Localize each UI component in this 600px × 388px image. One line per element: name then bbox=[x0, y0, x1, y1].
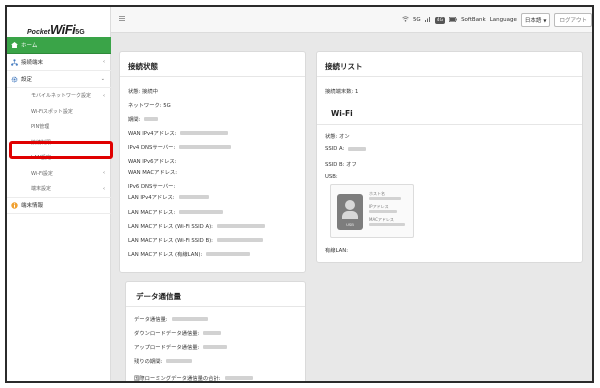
redacted-value bbox=[203, 331, 222, 335]
wired-lan-row: 有線LAN: bbox=[325, 248, 349, 254]
chevron-left-icon: ‹ bbox=[103, 185, 105, 192]
chevron-left-icon: ‹ bbox=[103, 59, 105, 65]
sidebar-item-label: ホーム bbox=[21, 43, 38, 49]
status-row: 状態: 接続中 bbox=[128, 89, 158, 95]
top-bar: 5G 4G SoftBank Language 日本語 ▼ ログアウト bbox=[111, 7, 592, 33]
ssid-a-row: SSID A: bbox=[325, 146, 367, 152]
sidebar-item-wifi[interactable]: Wi-Fi設定 ‹ bbox=[7, 166, 111, 182]
sidebar-item-label: 端末情報 bbox=[21, 203, 44, 209]
network-row: ネットワーク: 5G bbox=[128, 103, 171, 109]
connection-list-card: 接続リスト 接続端末数: 1 Wi-Fi 状態: オン SSID A: SSID… bbox=[316, 51, 583, 263]
ssid-b-row: SSID B: オフ bbox=[325, 162, 357, 168]
main-content: 接続状態 状態: 接続中 ネットワーク: 5G 期間: WAN IPv4アドレス… bbox=[111, 33, 592, 381]
roaming-usage-row: 国際ローミングデータ通信量の合計: bbox=[134, 374, 253, 381]
ip-value bbox=[369, 210, 397, 213]
redacted-value bbox=[348, 147, 367, 151]
network-badge: 4G bbox=[434, 16, 446, 24]
redacted-value bbox=[216, 224, 265, 228]
hostname-value bbox=[369, 197, 401, 200]
chevron-down-icon: ⌄ bbox=[100, 76, 105, 82]
hamburger-menu-icon[interactable] bbox=[119, 16, 125, 21]
wan-ipv6-row: WAN IPv6アドレス: bbox=[128, 159, 177, 165]
lan-mac-ssid-a-row: LAN MACアドレス (Wi-Fi SSID A): bbox=[128, 222, 265, 230]
chevron-left-icon: ‹ bbox=[103, 170, 105, 177]
signal-bars-icon bbox=[424, 16, 431, 24]
language-value: 日本語 bbox=[524, 18, 542, 24]
sidebar: PocketWiFi5G ホーム 接続端末 ‹ 設定 ⌄ モバイルネットワーク設… bbox=[7, 7, 113, 381]
carrier-name: SoftBank bbox=[461, 17, 486, 23]
ipv6-dns-row: IPv6 DNSサーバー: bbox=[128, 184, 176, 190]
sidebar-item-label: 設定 bbox=[21, 77, 33, 83]
sidebar-item-label: PIN管理 bbox=[31, 124, 50, 131]
sidebar-item-wifi-spot[interactable]: Wi-Fiスポット設定 bbox=[7, 104, 111, 120]
info-icon bbox=[11, 201, 18, 209]
sidebar-item-connected-devices[interactable]: 接続端末 ‹ bbox=[7, 54, 111, 71]
logout-button[interactable]: ログアウト bbox=[554, 13, 592, 27]
lan-mac-ssid-b-row: LAN MACアドレス (Wi-Fi SSID B): bbox=[128, 236, 263, 244]
sidebar-item-pin[interactable]: PIN管理 bbox=[7, 119, 111, 135]
upload-usage-row: アップロードデータ通信量: bbox=[134, 343, 228, 351]
sidebar-item-label: Wi-Fiスポット設定 bbox=[31, 108, 73, 115]
redacted-value bbox=[179, 145, 232, 149]
card-title: 接続状態 bbox=[128, 62, 158, 71]
connected-device-card[interactable]: USB ホスト名 IPアドレス MACアドレス bbox=[330, 184, 414, 238]
home-icon bbox=[11, 42, 18, 49]
sidebar-item-label: モバイルネットワーク設定 bbox=[31, 93, 92, 100]
device-count: 接続端末数: 1 bbox=[325, 89, 359, 95]
redacted-value bbox=[206, 252, 251, 256]
lan-mac-row: LAN MACアドレス: bbox=[128, 208, 224, 216]
wifi-status-row: 状態: オン bbox=[325, 134, 350, 140]
wifi-section-title: Wi-Fi bbox=[331, 109, 353, 118]
screenshot-frame: PocketWiFi5G ホーム 接続端末 ‹ 設定 ⌄ モバイルネットワーク設… bbox=[5, 5, 594, 383]
sidebar-item-mobile-network[interactable]: モバイルネットワーク設定 ‹ bbox=[7, 88, 111, 104]
download-usage-row: ダウンロードデータ通信量: bbox=[134, 329, 222, 337]
redacted-value bbox=[216, 238, 263, 242]
chevron-left-icon: ‹ bbox=[103, 92, 105, 99]
caret-down-icon: ▼ bbox=[543, 17, 547, 23]
data-usage-row: データ通信量: bbox=[134, 315, 208, 323]
card-title: データ通信量 bbox=[136, 292, 181, 301]
battery-icon bbox=[449, 16, 457, 24]
language-label: Language bbox=[489, 17, 517, 23]
remaining-period-row: 残りの期間: bbox=[134, 357, 193, 365]
period-row: 期間: bbox=[128, 115, 159, 123]
sidebar-item-home[interactable]: ホーム bbox=[7, 37, 111, 54]
usb-device-icon: USB bbox=[337, 194, 363, 230]
sidebar-item-label: 接続端末 bbox=[21, 60, 44, 66]
sidebar-item-device-settings[interactable]: 端末設定 ‹ bbox=[7, 181, 111, 197]
redacted-value bbox=[178, 195, 209, 199]
sidebar-nav: ホーム 接続端末 ‹ 設定 ⌄ モバイルネットワーク設定 ‹ Wi-Fiスポット… bbox=[7, 37, 111, 214]
lan-mac-wired-row: LAN MACアドレス (有線LAN): bbox=[128, 250, 251, 258]
usb-row: USB: bbox=[325, 174, 338, 180]
gear-icon bbox=[11, 76, 18, 83]
sidebar-item-label: Wi-Fi設定 bbox=[31, 170, 53, 177]
wifi-signal-icon bbox=[402, 16, 409, 24]
sidebar-item-label: 端末設定 bbox=[31, 186, 52, 193]
redacted-value bbox=[180, 131, 229, 135]
lan-ipv4-row: LAN IPv4アドレス: bbox=[128, 193, 209, 201]
connection-status-card: 接続状態 状態: 接続中 ネットワーク: 5G 期間: WAN IPv4アドレス… bbox=[119, 51, 306, 273]
redacted-value bbox=[166, 359, 193, 363]
redacted-value bbox=[144, 117, 159, 121]
signal-type: 5G bbox=[412, 17, 421, 23]
card-title: 接続リスト bbox=[325, 62, 363, 71]
wan-ipv4-row: WAN IPv4アドレス: bbox=[128, 129, 229, 137]
redacted-value bbox=[179, 210, 224, 214]
wan-mac-row: WAN MACアドレス: bbox=[128, 170, 177, 176]
ipv4-dns-row: IPv4 DNSサーバー: bbox=[128, 143, 232, 151]
redacted-value bbox=[224, 376, 253, 380]
redacted-value bbox=[171, 317, 208, 321]
language-select[interactable]: 日本語 ▼ bbox=[520, 13, 551, 27]
status-area: 5G 4G SoftBank Language 日本語 ▼ ログアウト bbox=[402, 13, 592, 27]
redacted-value bbox=[203, 345, 228, 349]
sidebar-item-device-info[interactable]: 端末情報 bbox=[7, 196, 111, 214]
network-icon bbox=[11, 58, 18, 66]
highlight-box bbox=[9, 141, 113, 159]
mac-value bbox=[369, 223, 405, 226]
data-usage-card: データ通信量 データ通信量: ダウンロードデータ通信量: アップロードデータ通信… bbox=[125, 281, 306, 381]
sidebar-item-settings[interactable]: 設定 ⌄ bbox=[7, 71, 111, 88]
